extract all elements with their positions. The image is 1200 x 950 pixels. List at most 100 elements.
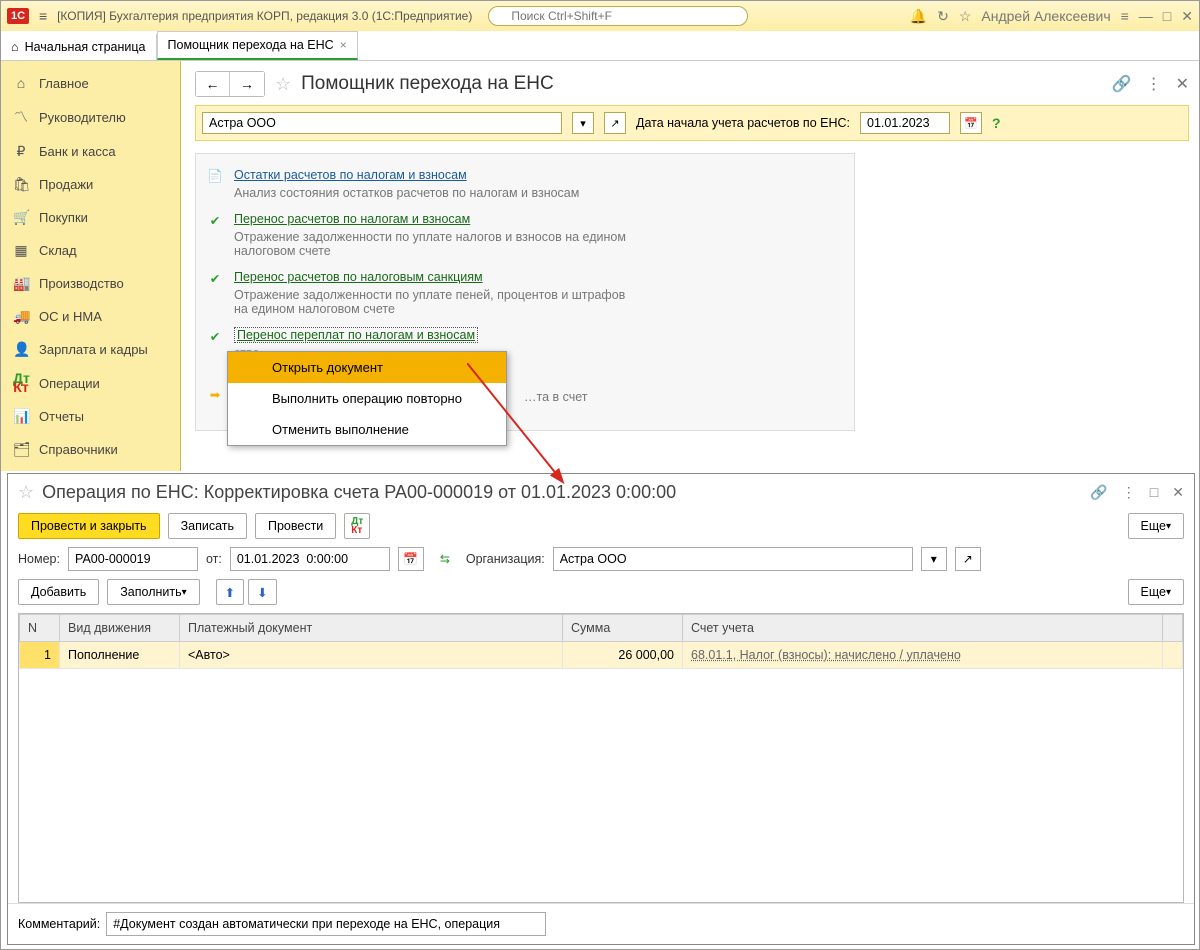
comment-input[interactable] bbox=[106, 912, 546, 936]
bell-icon[interactable]: 🔔 bbox=[910, 8, 927, 25]
sidebar-item-label: Банк и касса bbox=[39, 144, 116, 159]
sidebar-item-label: Склад bbox=[39, 243, 77, 258]
close-icon[interactable]: ✕ bbox=[1172, 484, 1184, 501]
sidebar-item-warehouse[interactable]: ▦ Склад bbox=[1, 234, 180, 267]
sidebar-item-assets[interactable]: 🚚ОС и НМА bbox=[1, 300, 180, 333]
sidebar-item-purchases[interactable]: 🛒Покупки bbox=[1, 201, 180, 234]
th-sum[interactable]: Сумма bbox=[563, 615, 683, 642]
user-name[interactable]: Андрей Алексеевич bbox=[981, 8, 1110, 24]
tab-active[interactable]: Помощник перехода на ЕНС × bbox=[157, 31, 358, 60]
close-icon[interactable]: ✕ bbox=[1176, 74, 1189, 94]
cell-n: 1 bbox=[20, 642, 60, 669]
post-button[interactable]: Провести bbox=[255, 513, 336, 539]
sidebar-item-production[interactable]: 🏭Производство bbox=[1, 267, 180, 300]
entries-table: N Вид движения Платежный документ Сумма … bbox=[18, 613, 1184, 903]
tab-close-icon[interactable]: × bbox=[340, 38, 347, 52]
more-button[interactable]: Еще bbox=[1128, 579, 1184, 605]
fill-button[interactable]: Заполнить bbox=[107, 579, 199, 605]
star-icon[interactable]: ☆ bbox=[959, 8, 972, 25]
from-label: от: bbox=[206, 552, 222, 566]
history-icon[interactable]: ↻ bbox=[937, 8, 949, 25]
add-button[interactable]: Добавить bbox=[18, 579, 99, 605]
home-icon: ⌂ bbox=[11, 40, 19, 54]
forward-button[interactable]: → bbox=[230, 72, 264, 96]
tab-active-label: Помощник перехода на ЕНС bbox=[168, 38, 334, 52]
check-icon: ✔ bbox=[206, 270, 224, 316]
sidebar-item-label: Отчеты bbox=[39, 409, 84, 424]
more-button[interactable]: Еще bbox=[1128, 513, 1184, 539]
org-open[interactable]: ↗ bbox=[955, 547, 981, 571]
cell-sum: 26 000,00 bbox=[563, 642, 683, 669]
sidebar-item-label: Производство bbox=[39, 276, 124, 291]
number-label: Номер: bbox=[18, 552, 60, 566]
date-input[interactable] bbox=[860, 112, 950, 134]
sidebar-item-catalogs[interactable]: 🗂Справочники bbox=[1, 433, 180, 466]
star-icon[interactable]: ☆ bbox=[18, 482, 34, 503]
move-down-button[interactable]: ⬇ bbox=[248, 579, 276, 605]
move-up-button[interactable]: ⬆ bbox=[216, 579, 244, 605]
kebab-icon[interactable]: ⋮ bbox=[1122, 484, 1136, 501]
sidebar-item-operations[interactable]: ДтКтОперации bbox=[1, 366, 180, 400]
sidebar-item-bank[interactable]: ₽Банк и касса bbox=[1, 135, 180, 168]
sidebar-item-payroll[interactable]: 👤Зарплата и кадры bbox=[1, 333, 180, 366]
step-link[interactable]: Перенос расчетов по налоговым санкциям bbox=[234, 270, 483, 284]
document-window: ☆ Операция по ЕНС: Корректировка счета Р… bbox=[7, 473, 1195, 945]
close-icon[interactable]: ✕ bbox=[1181, 8, 1193, 25]
report-icon: 📊 bbox=[13, 408, 29, 425]
context-menu: Открыть документ Выполнить операцию повт… bbox=[227, 351, 507, 446]
check-icon: ✔ bbox=[206, 328, 224, 374]
maximize-icon[interactable]: □ bbox=[1163, 8, 1171, 24]
ctx-redo-operation[interactable]: Выполнить операцию повторно bbox=[228, 383, 506, 414]
date-input[interactable] bbox=[230, 547, 390, 571]
sidebar-item-label: Главное bbox=[39, 76, 89, 91]
dtkt-button[interactable]: ДтКт bbox=[344, 513, 370, 539]
cell-doc: <Авто> bbox=[180, 642, 563, 669]
number-input[interactable] bbox=[68, 547, 198, 571]
sidebar-item-label: Зарплата и кадры bbox=[39, 342, 148, 357]
menu-icon[interactable]: ≡ bbox=[35, 8, 51, 24]
chart-icon: 〽 bbox=[13, 107, 29, 127]
th-account[interactable]: Счет учета bbox=[683, 615, 1163, 642]
sidebar-item-main[interactable]: ⌂Главное bbox=[1, 67, 180, 99]
calendar-icon[interactable]: 📅 bbox=[960, 112, 982, 134]
sidebar-item-manager[interactable]: 〽Руководителю bbox=[1, 99, 180, 135]
cell-account[interactable]: 68.01.1, Налог (взносы): начислено / упл… bbox=[691, 648, 961, 662]
star-icon[interactable]: ☆ bbox=[275, 74, 291, 95]
ctx-cancel-operation[interactable]: Отменить выполнение bbox=[228, 414, 506, 445]
settings-icon[interactable]: ≡ bbox=[1121, 8, 1129, 24]
th-n[interactable]: N bbox=[20, 615, 60, 642]
sidebar-item-label: Покупки bbox=[39, 210, 88, 225]
maximize-icon[interactable]: □ bbox=[1150, 484, 1158, 501]
org-input[interactable] bbox=[553, 547, 913, 571]
sidebar-item-sales[interactable]: 🛍Продажи bbox=[1, 168, 180, 201]
kebab-icon[interactable]: ⋮ bbox=[1146, 74, 1162, 94]
table-row[interactable]: 1 Пополнение <Авто> 26 000,00 68.01.1, Н… bbox=[20, 642, 1183, 669]
ctx-open-document[interactable]: Открыть документ bbox=[228, 352, 506, 383]
post-and-close-button[interactable]: Провести и закрыть bbox=[18, 513, 160, 539]
step-link[interactable]: Остатки расчетов по налогам и взносам bbox=[234, 168, 467, 182]
step-link[interactable]: Перенос переплат по налогам и взносам bbox=[234, 327, 478, 343]
step-desc: Отражение задолженности по уплате пеней,… bbox=[234, 288, 634, 316]
grid-icon: ▦ bbox=[13, 242, 29, 259]
help-icon[interactable]: ? bbox=[992, 115, 1001, 131]
app-title: [КОПИЯ] Бухгалтерия предприятия КОРП, ре… bbox=[57, 9, 472, 23]
tab-home[interactable]: ⌂ Начальная страница bbox=[1, 34, 157, 60]
step-link[interactable]: Перенос расчетов по налогам и взносам bbox=[234, 212, 470, 226]
link-icon[interactable]: 🔗 bbox=[1112, 74, 1132, 94]
logo-1c: 1C bbox=[7, 8, 29, 24]
back-button[interactable]: ← bbox=[196, 72, 230, 96]
save-button[interactable]: Записать bbox=[168, 513, 247, 539]
search-input[interactable] bbox=[488, 6, 748, 26]
minimize-icon[interactable]: — bbox=[1139, 8, 1153, 24]
org-dropdown[interactable]: ▾ bbox=[572, 112, 594, 134]
sidebar-item-label: Продажи bbox=[39, 177, 93, 192]
th-kind[interactable]: Вид движения bbox=[60, 615, 180, 642]
link-icon[interactable]: 🔗 bbox=[1090, 484, 1107, 501]
calendar-icon[interactable]: 📅 bbox=[398, 547, 424, 571]
refresh-icon[interactable]: ⇆ bbox=[432, 547, 458, 571]
org-open[interactable]: ↗ bbox=[604, 112, 626, 134]
org-dropdown[interactable]: ▾ bbox=[921, 547, 947, 571]
org-input[interactable] bbox=[202, 112, 562, 134]
sidebar-item-reports[interactable]: 📊 Отчеты bbox=[1, 400, 180, 433]
th-doc[interactable]: Платежный документ bbox=[180, 615, 563, 642]
